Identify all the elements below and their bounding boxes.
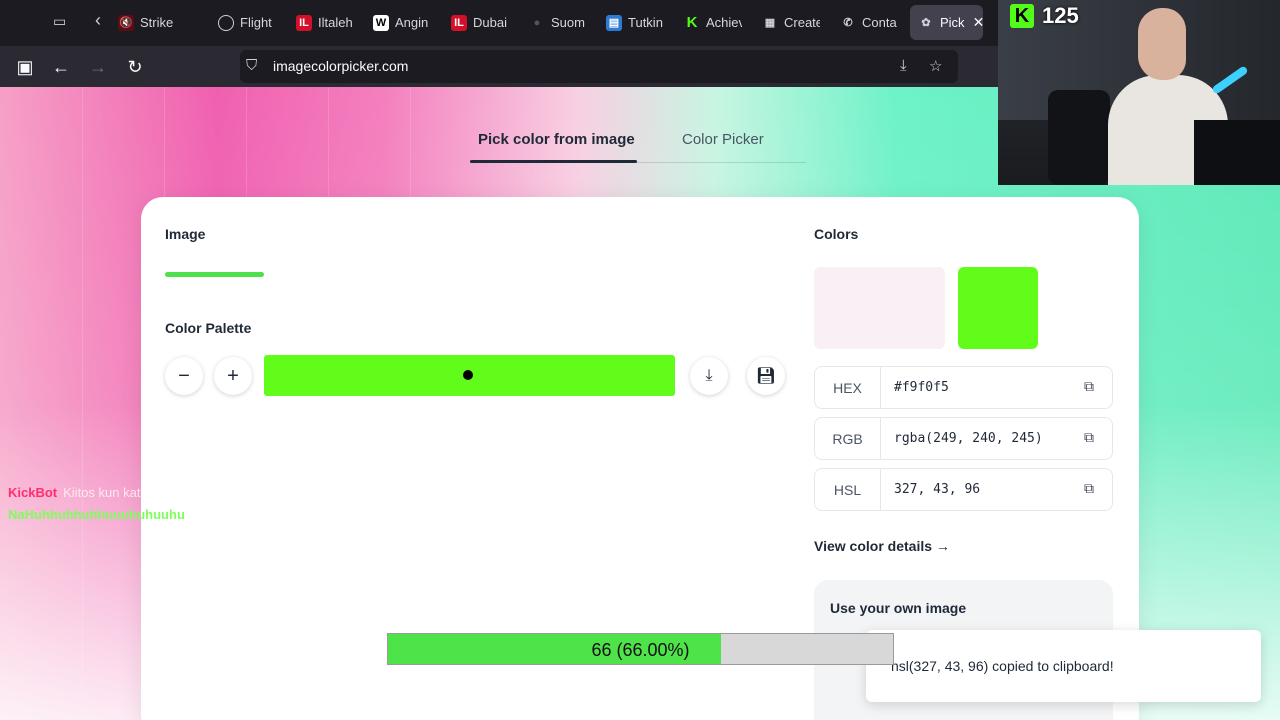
- rgb-row: RGB rgba(249, 240, 245) ⧉: [814, 417, 1113, 460]
- wikipedia-icon: W: [373, 14, 389, 31]
- nav-bar: ▣ ← → ↻ ⛉ 🔒 imagecolorpicker.com ⤓ ☆: [0, 46, 998, 87]
- tab-tutkin[interactable]: ▤ Tutkin: [606, 5, 664, 40]
- close-tab-icon[interactable]: ✕: [973, 14, 983, 31]
- tab-suomi[interactable]: ● Suom: [529, 5, 587, 40]
- url-text[interactable]: imagecolorpicker.com: [273, 58, 408, 74]
- chat-text: Kiitos kun katsot livettä, kysy kysymyks…: [63, 485, 371, 500]
- hsl-key: HSL: [815, 469, 881, 510]
- grid-icon: ▦: [764, 17, 776, 29]
- iltalehti-icon: IL: [451, 14, 467, 31]
- webcam-desk: [1194, 120, 1280, 185]
- viewer-count: 125: [1042, 3, 1079, 28]
- phone-icon: ✆: [843, 17, 853, 29]
- decrease-palette-button[interactable]: −: [165, 357, 203, 395]
- download-icon: ⤓: [705, 367, 713, 384]
- goal-title: 24H Ulkoestrimi rahalla: [560, 614, 695, 629]
- tab-contact[interactable]: ✆ Conta: [840, 5, 898, 40]
- rgb-key: RGB: [815, 418, 881, 459]
- selected-dot: [463, 370, 473, 380]
- copy-icon[interactable]: ⧉: [1084, 429, 1094, 446]
- tab-bar: ▭ ‹ 🔇 Strike Flight IL Iltaleh W Angin I…: [0, 0, 998, 46]
- copy-icon[interactable]: ⧉: [1084, 378, 1094, 395]
- tab-pick-active[interactable]: ✿ Pick ✕: [910, 5, 983, 40]
- shield-icon[interactable]: ⛉: [246, 57, 257, 74]
- use-own-image-title: Use your own image: [830, 600, 967, 616]
- chat-message: KickBot Kiitos kun katsot livettä, kysy k…: [8, 485, 370, 500]
- copied-toast: hsl(327, 43, 96) copied to clipboard!: [866, 630, 1261, 702]
- goal-min: 0: [388, 670, 395, 684]
- speaker-muted-icon[interactable]: 🔇: [118, 14, 134, 31]
- flower-icon: ✿: [921, 17, 931, 29]
- sidebar-toggle-icon[interactable]: ▣: [12, 54, 38, 80]
- image-preview[interactable]: [165, 272, 264, 277]
- goal-progress-label: 66 (66.00%): [591, 640, 690, 660]
- chat-text: Serus abc: [190, 507, 250, 522]
- goal-days-left: 11 DAYS TO GO: [592, 670, 682, 684]
- hsl-value[interactable]: 327, 43, 96: [894, 482, 980, 497]
- tab-iltalehti[interactable]: IL Iltaleh: [296, 5, 354, 40]
- tab-flight[interactable]: Flight: [218, 5, 276, 40]
- url-bar[interactable]: ⛉ 🔒 imagecolorpicker.com ⤓ ☆: [240, 50, 958, 83]
- plus-icon: +: [227, 364, 239, 387]
- tutkin-icon: ▤: [606, 14, 622, 31]
- tab-color-picker[interactable]: Color Picker: [682, 131, 764, 148]
- chat-username: KickBot: [8, 485, 58, 500]
- download-palette-button[interactable]: ⤓: [690, 357, 728, 395]
- globe-icon: [218, 14, 234, 31]
- forward-icon[interactable]: →: [85, 54, 111, 80]
- webcam-chair: [1048, 90, 1110, 185]
- goal-progress-bar: 66 (66.00%): [387, 633, 894, 665]
- webcam-head: [1138, 8, 1186, 80]
- colors-label: Colors: [814, 226, 859, 242]
- image-label: Image: [165, 226, 206, 242]
- tab-dubai[interactable]: IL Dubai: [451, 5, 509, 40]
- picked-color-swatch[interactable]: [814, 267, 945, 349]
- hex-key: HEX: [815, 367, 881, 408]
- tab-scroll-left-icon[interactable]: ‹: [95, 10, 101, 31]
- tab-overview-icon[interactable]: ▭: [53, 13, 66, 30]
- hex-value[interactable]: #f9f0f5: [894, 380, 949, 395]
- bookmark-star-icon[interactable]: ☆: [929, 57, 942, 75]
- palette-swatch[interactable]: [264, 355, 675, 396]
- tab-strike[interactable]: 🔇 Strike: [118, 5, 200, 40]
- tab-wikipedia[interactable]: W Angin: [373, 5, 431, 40]
- view-color-details-link[interactable]: View color details →: [814, 538, 950, 554]
- minus-icon: −: [178, 364, 190, 387]
- chat-message: NaHuhhuhhuhhuuuhuhuuhu Serus abc: [8, 507, 249, 522]
- kick-logo-icon: K: [1010, 4, 1034, 28]
- goal-max: 100: [872, 670, 893, 684]
- hex-row: HEX #f9f0f5 ⧉: [814, 366, 1113, 409]
- back-icon[interactable]: ←: [48, 54, 74, 80]
- hsl-row: HSL 327, 43, 96 ⧉: [814, 468, 1113, 511]
- floppy-disk-icon: 💾︎: [755, 368, 777, 385]
- rgb-value[interactable]: rgba(249, 240, 245): [894, 431, 1043, 446]
- color-palette-label: Color Palette: [165, 320, 252, 336]
- apple-icon: ●: [533, 16, 541, 29]
- kick-icon: K: [686, 14, 698, 31]
- save-palette-button[interactable]: 💾︎: [747, 357, 785, 395]
- palette-color-swatch[interactable]: [958, 267, 1038, 349]
- active-tab-underline: [470, 160, 637, 163]
- chat-username: NaHuhhuhhuhhuuuhuhuuhu: [8, 507, 185, 522]
- copy-icon[interactable]: ⧉: [1084, 480, 1094, 497]
- viewer-badge: K 125: [1010, 3, 1079, 29]
- reload-icon[interactable]: ↻: [122, 54, 148, 80]
- increase-palette-button[interactable]: +: [214, 357, 252, 395]
- save-to-pocket-icon[interactable]: ⤓: [900, 57, 907, 74]
- tab-pick-color-from-image[interactable]: Pick color from image: [478, 131, 635, 148]
- mode-tabs: Pick color from image Color Picker: [470, 127, 806, 163]
- tab-achievements[interactable]: K Achiev: [684, 5, 742, 40]
- iltalehti-icon: IL: [296, 14, 312, 31]
- toast-message: hsl(327, 43, 96) copied to clipboard!: [891, 658, 1114, 674]
- tab-create[interactable]: ▦ Create: [762, 5, 820, 40]
